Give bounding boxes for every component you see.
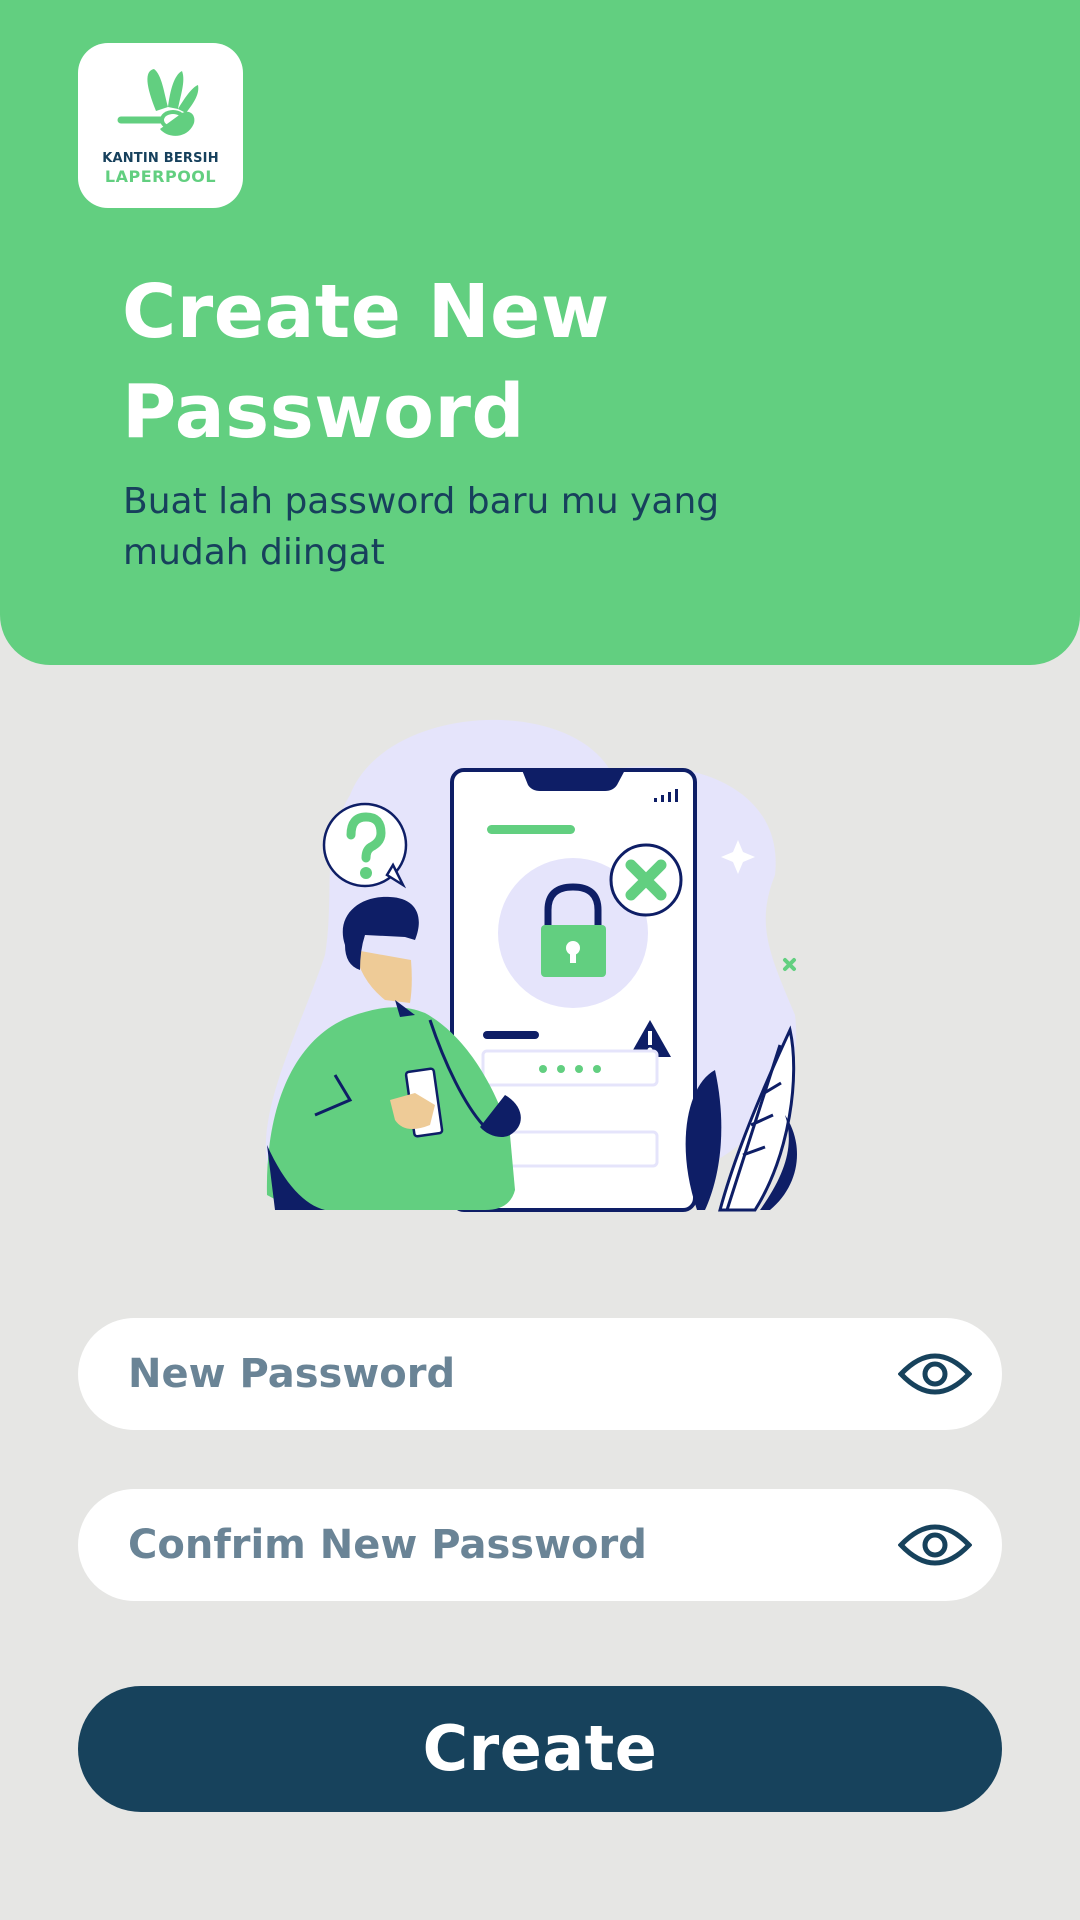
phone-notch bbox=[522, 770, 625, 791]
logo-text-top: KANTIN BERSIH bbox=[102, 151, 219, 166]
header-banner: KANTIN BERSIH LAPERPOOL Create New Passw… bbox=[0, 0, 1080, 665]
field-label-bar bbox=[483, 1031, 539, 1039]
create-button[interactable]: Create bbox=[78, 1686, 1002, 1812]
question-bubble-icon bbox=[322, 802, 408, 889]
eye-icon[interactable] bbox=[898, 1352, 972, 1396]
page-title: Create New Password bbox=[122, 262, 922, 462]
small-cross-icon bbox=[783, 958, 796, 971]
confirm-password-field[interactable] bbox=[78, 1489, 1002, 1601]
page-subtitle: Buat lah password baru mu yang mudah dii… bbox=[123, 481, 720, 573]
app-logo: KANTIN BERSIH LAPERPOOL bbox=[78, 43, 243, 208]
error-x-icon bbox=[609, 843, 683, 917]
hand-spoon-logo-icon bbox=[117, 69, 199, 136]
confirm-password-input[interactable] bbox=[128, 1489, 908, 1601]
phone-password-field bbox=[481, 1049, 659, 1087]
logo-text-bottom: LAPERPOOL bbox=[104, 167, 217, 186]
page-title-line-2: Password bbox=[122, 369, 525, 455]
page-title-line-1: Create New bbox=[122, 269, 610, 355]
new-password-input[interactable] bbox=[128, 1318, 908, 1430]
password-illustration bbox=[265, 719, 797, 1212]
new-password-field[interactable] bbox=[78, 1318, 1002, 1430]
phone-header-bar bbox=[487, 825, 575, 834]
eye-icon[interactable] bbox=[898, 1523, 972, 1567]
